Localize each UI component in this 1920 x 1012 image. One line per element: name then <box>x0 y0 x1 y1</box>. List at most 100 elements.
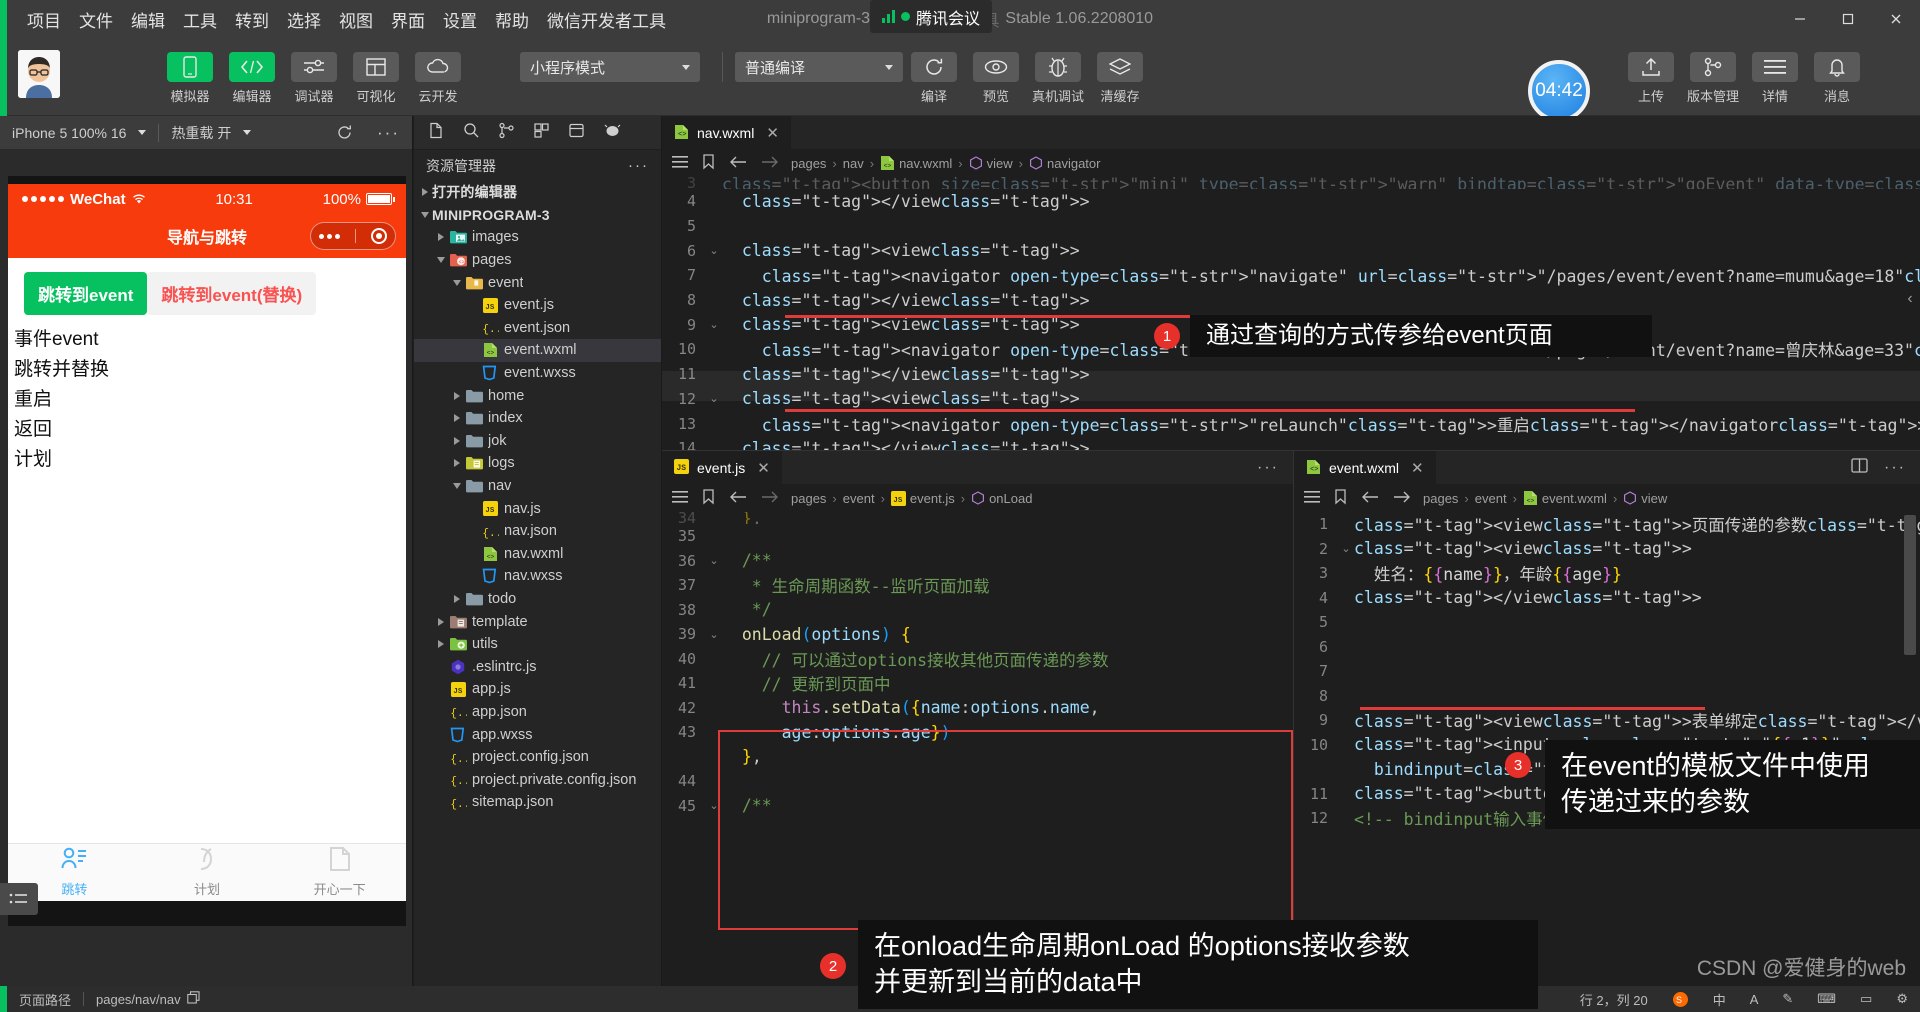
tree-item-sitemap.json[interactable]: {..} sitemap.json <box>414 791 661 814</box>
code-line[interactable]: 6 ⌄ class="t-tag"><viewclass="t-tag">> <box>662 238 1920 263</box>
ime-box-icon[interactable]: ▭ <box>1848 986 1884 1012</box>
tool-清缓存[interactable]: 清缓存 <box>1094 52 1146 105</box>
breadcrumb-item-event.wxml[interactable]: <> event.wxml <box>1523 490 1607 506</box>
page-path-value[interactable]: pages/nav/nav <box>84 986 212 1012</box>
breadcrumb-item-nav.wxml[interactable]: <> nav.wxml <box>880 155 952 171</box>
tree-item-.eslintrc.js[interactable]: .eslintrc.js <box>414 655 661 678</box>
tree-open-editors[interactable]: 打开的编辑器 <box>414 181 661 204</box>
ime-a-indicator[interactable]: A <box>1738 986 1771 1012</box>
tab-nav-wxml[interactable]: <> nav.wxml ✕ <box>662 116 792 149</box>
phone-tab-开心一下[interactable]: 开心一下 <box>273 844 406 901</box>
tool-编译[interactable]: 编译 <box>908 52 960 105</box>
code-line[interactable]: 43 age:options.age}) <box>662 720 1293 745</box>
menu-item-2[interactable]: 编辑 <box>122 3 174 36</box>
tool-详情[interactable]: 详情 <box>1749 52 1801 105</box>
outline-icon[interactable] <box>672 155 688 172</box>
phone-link-1[interactable]: 跳转并替换 <box>12 355 402 385</box>
tree-item-nav.wxml[interactable]: <> nav.wxml <box>414 543 661 566</box>
breadcrumb-item-view[interactable]: view <box>1623 491 1667 506</box>
user-avatar[interactable] <box>18 50 60 98</box>
tree-item-event.js[interactable]: JS event.js <box>414 294 661 317</box>
code-line[interactable]: 36 ⌄ /** <box>662 549 1293 574</box>
tree-item-jok[interactable]: jok <box>414 430 661 453</box>
tree-item-home[interactable]: home <box>414 384 661 407</box>
tree-item-nav.wxss[interactable]: nav.wxss <box>414 565 661 588</box>
cloud-base-icon[interactable] <box>568 122 585 144</box>
forward-arrow-icon[interactable] <box>761 155 779 172</box>
code-line[interactable]: 11 class="t-tag"></viewclass="t-tag">> <box>662 362 1920 387</box>
tool-调试器[interactable]: 调试器 <box>288 52 340 105</box>
tree-item-utils[interactable]: utils <box>414 633 661 656</box>
tree-item-app.wxss[interactable]: app.wxss <box>414 723 661 746</box>
code-line[interactable]: 41 // 更新到页面中 <box>662 671 1293 696</box>
tencent-meeting-widget[interactable]: 腾讯会议 <box>870 0 993 33</box>
mode-select[interactable]: 小程序模式 <box>520 52 700 82</box>
code-line[interactable]: 4 class="t-tag"></viewclass="t-tag">> <box>1294 586 1920 611</box>
wxml-editor-more-icon[interactable]: ··· <box>1884 459 1906 477</box>
tool-预览[interactable]: 预览 <box>970 52 1022 105</box>
ime-keyboard-icon[interactable]: ⌨ <box>1805 986 1848 1012</box>
menu-item-1[interactable]: 文件 <box>70 3 122 36</box>
phone-tab-计划[interactable]: 计划 <box>141 844 274 901</box>
tab-event-js[interactable]: JS event.js ✕ <box>662 451 783 484</box>
tree-item-nav.js[interactable]: JS nav.js <box>414 497 661 520</box>
split-editor-icon[interactable] <box>1851 457 1868 478</box>
code-line[interactable]: 34 }, <box>662 512 1293 524</box>
code-line[interactable]: 9 class="t-tag"><viewclass="t-tag">>表单绑定c… <box>1294 708 1920 733</box>
tree-item-event.json[interactable]: {..} event.json <box>414 317 661 340</box>
phone-link-0[interactable]: 事件event <box>12 325 402 355</box>
tool-云开发[interactable]: 云开发 <box>412 52 464 105</box>
simulator-refresh-button[interactable] <box>324 116 365 150</box>
code-line[interactable]: 8 <box>1294 684 1920 709</box>
tree-item-app.js[interactable]: JS app.js <box>414 678 661 701</box>
code-line[interactable]: 37 * 生命周期函数--监听页面加载 <box>662 573 1293 598</box>
tree-item-project.private.config.json[interactable]: {..} project.private.config.json <box>414 768 661 791</box>
menu-item-8[interactable]: 设置 <box>434 3 486 36</box>
menu-item-10[interactable]: 微信开发者工具 <box>538 3 675 36</box>
debugger-icon[interactable] <box>603 122 622 144</box>
tree-item-event.wxss[interactable]: event.wxss <box>414 362 661 385</box>
menu-item-3[interactable]: 工具 <box>174 3 226 36</box>
source-control-icon[interactable] <box>498 122 515 144</box>
code-line[interactable]: 3 class="t-tag"><button size=class="t-str… <box>662 177 1920 189</box>
tool-上传[interactable]: 上传 <box>1625 52 1677 105</box>
breadcrumb-item-event[interactable]: event <box>843 491 875 506</box>
panel-collapse-icon[interactable]: ‹ <box>1902 286 1918 312</box>
compile-select[interactable]: 普通编译 <box>735 52 903 82</box>
tool-消息[interactable]: 消息 <box>1811 52 1863 105</box>
code-line[interactable]: 5 <box>1294 610 1920 635</box>
phone-button-0[interactable]: 跳转到event <box>24 272 148 315</box>
menu-item-4[interactable]: 转到 <box>226 3 278 36</box>
tool-可视化[interactable]: 可视化 <box>350 52 402 105</box>
forward-arrow-icon[interactable] <box>1393 490 1411 507</box>
code-line[interactable]: 39 ⌄ onLoad(options) { <box>662 622 1293 647</box>
fold-chevron-icon[interactable]: ⌄ <box>706 244 722 257</box>
code-line[interactable]: 3 姓名：{{name}}，年龄{{age}} <box>1294 561 1920 586</box>
phone-link-3[interactable]: 返回 <box>12 415 402 445</box>
code-line[interactable]: 40 // 可以通过options接收其他页面传递的参数 <box>662 647 1293 672</box>
fold-chevron-icon[interactable]: ⌄ <box>706 628 722 641</box>
fold-chevron-icon[interactable]: ⌄ <box>1338 542 1354 555</box>
close-icon[interactable]: ✕ <box>1411 459 1424 477</box>
tree-item-nav[interactable]: nav <box>414 475 661 498</box>
device-selector[interactable]: iPhone 5 100% 16 <box>0 116 158 150</box>
tree-root-project[interactable]: MINIPROGRAM-3 <box>414 204 661 227</box>
tree-item-images[interactable]: images <box>414 226 661 249</box>
breadcrumb-item-pages[interactable]: pages <box>791 491 826 506</box>
fold-chevron-icon[interactable]: ⌄ <box>706 799 722 812</box>
bookmark-icon[interactable] <box>702 488 715 508</box>
explorer-more-icon[interactable]: ··· <box>628 157 649 174</box>
code-line[interactable]: 42 this.setData({name:options.name, <box>662 696 1293 721</box>
close-icon[interactable]: ✕ <box>766 124 779 142</box>
tree-item-template[interactable]: template <box>414 610 661 633</box>
code-line[interactable]: 7 <box>1294 659 1920 684</box>
code-line[interactable]: 44 <box>662 769 1293 794</box>
code-line[interactable]: 7 class="t-tag"><navigator open-type=cla… <box>662 263 1920 288</box>
simulator-more-button[interactable]: ··· <box>365 116 412 150</box>
code-line[interactable]: 6 <box>1294 635 1920 660</box>
ime-chinese-indicator[interactable]: 中 <box>1701 986 1738 1012</box>
minimize-button[interactable] <box>1776 0 1824 38</box>
code-line[interactable]: 35 <box>662 524 1293 549</box>
tree-item-event.wxml[interactable]: <> event.wxml <box>414 339 661 362</box>
files-icon[interactable] <box>428 122 445 144</box>
